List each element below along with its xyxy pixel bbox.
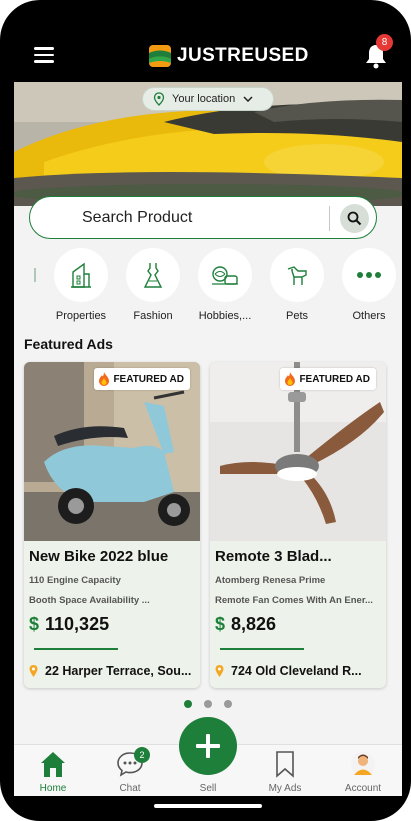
brand-name: JUSTREUSED	[177, 45, 309, 66]
ad-card[interactable]: FEATURED AD New Bike 2022 blue 110 Engin…	[24, 362, 200, 688]
price-value: 110,325	[45, 614, 110, 634]
chevron-down-icon	[243, 96, 253, 102]
carousel-pagination	[184, 700, 244, 708]
ad-detail-2: Remote Fan Comes With An Ener...	[215, 595, 373, 606]
ad-image: FEATURED AD	[210, 362, 386, 541]
bookmark-icon	[276, 751, 294, 778]
featured-ads-heading: Featured Ads	[24, 336, 113, 352]
avatar	[351, 752, 375, 776]
fire-icon	[99, 372, 110, 386]
hero-banner: Your location	[14, 82, 402, 206]
home-indicator[interactable]	[154, 804, 262, 808]
hamburger-menu-icon[interactable]	[34, 47, 54, 63]
category-icon-circle	[342, 248, 396, 302]
ad-location: 724 Old Cleveland R...	[215, 664, 362, 678]
ad-divider	[220, 648, 304, 650]
featured-badge-label: FEATURED AD	[113, 373, 184, 385]
pagination-dot[interactable]	[184, 700, 192, 708]
nav-account[interactable]: Account	[333, 749, 393, 794]
home-icon	[41, 752, 65, 777]
ad-price: $8,826	[215, 614, 276, 635]
notification-count-badge: 8	[376, 34, 393, 51]
sell-button[interactable]	[179, 717, 237, 775]
category-scroll-edge	[34, 268, 36, 282]
featured-ad-badge: FEATURED AD	[280, 368, 376, 390]
search-bar	[29, 196, 377, 239]
ad-card[interactable]: FEATURED AD Remote 3 Blad... Atomberg Re…	[210, 362, 386, 688]
ad-location: 22 Harper Terrace, Sou...	[29, 664, 191, 678]
search-button[interactable]	[340, 204, 369, 233]
fire-icon	[285, 372, 296, 386]
location-label: Your location	[172, 93, 236, 105]
ad-title: Remote 3 Blad...	[215, 548, 332, 565]
search-input[interactable]	[82, 208, 322, 227]
nav-sell-label-wrap[interactable]: Sell	[178, 779, 238, 794]
ad-price: $110,325	[29, 614, 109, 635]
ad-location-text: 22 Harper Terrace, Sou...	[45, 664, 192, 678]
ad-detail-1: 110 Engine Capacity	[29, 575, 121, 586]
logo-mark-icon	[149, 45, 171, 67]
category-icon-circle	[54, 248, 108, 302]
location-pin-icon	[215, 665, 224, 677]
category-label: Others	[352, 310, 386, 322]
nav-label: Chat	[119, 783, 141, 794]
category-strip: Properties Fashion Hobbies,... Pets Othe…	[14, 248, 402, 326]
currency-symbol: $	[29, 614, 40, 634]
featured-badge-label: FEATURED AD	[299, 373, 370, 385]
category-pets[interactable]: Pets	[261, 248, 333, 322]
category-properties[interactable]: Properties	[45, 248, 117, 322]
category-icon-circle	[198, 248, 252, 302]
search-divider	[329, 206, 330, 231]
nav-chat[interactable]: 2 Chat	[100, 747, 160, 794]
pet-icon	[287, 266, 307, 285]
ad-location-text: 724 Old Cleveland R...	[231, 664, 362, 678]
ad-image: FEATURED AD	[24, 362, 200, 541]
price-value: 8,826	[231, 614, 277, 634]
category-label: Fashion	[133, 310, 173, 322]
category-label: Properties	[55, 310, 107, 322]
nav-my-ads[interactable]: My Ads	[255, 749, 315, 794]
location-pin-icon	[29, 665, 38, 677]
location-pin-icon	[153, 92, 165, 106]
nav-label: Home	[39, 783, 67, 794]
nav-label: My Ads	[268, 783, 302, 794]
ad-divider	[34, 648, 118, 650]
category-icon-circle	[126, 248, 180, 302]
category-fashion[interactable]: Fashion	[117, 248, 189, 322]
building-icon	[71, 262, 91, 288]
hobbies-icon	[212, 266, 238, 285]
category-others[interactable]: Others	[333, 248, 402, 322]
nav-label: Account	[344, 783, 382, 794]
search-icon	[347, 211, 362, 226]
more-dots-icon	[357, 272, 381, 278]
nav-home[interactable]: Home	[23, 749, 83, 794]
category-label: Hobbies,...	[198, 310, 252, 322]
category-icon-circle	[270, 248, 324, 302]
dress-icon	[143, 263, 163, 288]
plus-icon	[196, 734, 220, 758]
app-screen: JUSTREUSED 8 Your location Search Produc…	[14, 30, 402, 816]
app-header: JUSTREUSED 8	[14, 30, 402, 82]
ad-title: New Bike 2022 blue	[29, 548, 169, 565]
category-hobbies[interactable]: Hobbies,...	[189, 248, 261, 322]
system-gesture-bar	[14, 796, 402, 816]
location-selector[interactable]: Your location	[142, 87, 274, 111]
pagination-dot[interactable]	[204, 700, 212, 708]
ad-detail-2: Booth Space Availability ...	[29, 595, 150, 606]
brand-logo[interactable]: JUSTREUSED	[148, 44, 309, 68]
ad-detail-1: Atomberg Renesa Prime	[215, 575, 326, 586]
phone-frame: JUSTREUSED 8 Your location Search Produc…	[0, 0, 411, 821]
category-label: Pets	[285, 310, 308, 322]
chat-unread-badge: 2	[134, 747, 150, 763]
currency-symbol: $	[215, 614, 226, 634]
pagination-dot[interactable]	[224, 700, 232, 708]
featured-ad-badge: FEATURED AD	[94, 368, 190, 390]
nav-label: Sell	[199, 783, 217, 794]
